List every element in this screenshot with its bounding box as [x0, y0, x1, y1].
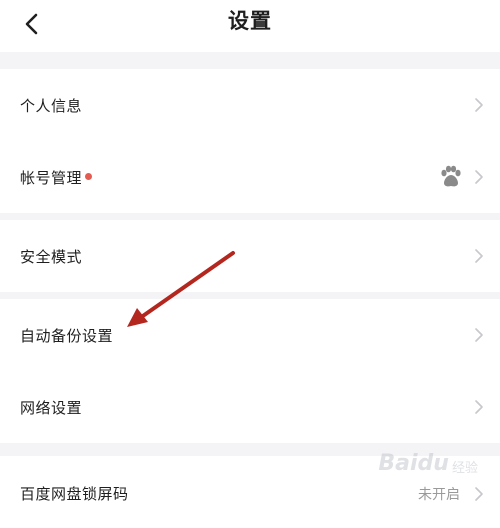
row-label: 安全模式: [20, 247, 83, 266]
row-label: 网络设置: [20, 398, 83, 417]
page-title: 设置: [228, 9, 272, 33]
settings-row-network[interactable]: 网络设置: [0, 371, 500, 443]
settings-group-backup-network: 自动备份设置 网络设置: [0, 299, 500, 443]
chevron-right-icon: [474, 327, 484, 343]
row-label: 百度网盘锁屏码: [20, 485, 129, 503]
chevron-right-icon: [474, 169, 484, 185]
settings-row-auto-backup[interactable]: 自动备份设置: [0, 299, 500, 371]
notification-dot: [85, 173, 92, 180]
top-navigation-bar: 设置: [0, 0, 500, 52]
row-label: 帐号管理: [20, 168, 83, 187]
chevron-right-icon: [474, 248, 484, 264]
watermark-text: Baidu: [378, 451, 449, 476]
row-label: 自动备份设置: [20, 326, 114, 345]
row-label: 个人信息: [20, 96, 83, 115]
chevron-right-icon: [474, 399, 484, 415]
settings-row-account-management[interactable]: 帐号管理: [0, 141, 500, 213]
chevron-right-icon: [474, 97, 484, 113]
settings-group-security: 安全模式: [0, 220, 500, 292]
watermark-sub: 经验: [451, 461, 478, 476]
paw-icon: [438, 164, 464, 190]
settings-row-safe-mode[interactable]: 安全模式: [0, 220, 500, 292]
row-value: 未开启: [418, 487, 460, 503]
settings-group-account: 个人信息 帐号管理: [0, 69, 500, 213]
settings-row-personal-info[interactable]: 个人信息: [0, 69, 500, 141]
watermark-logo: Baidu 经验: [378, 451, 478, 476]
